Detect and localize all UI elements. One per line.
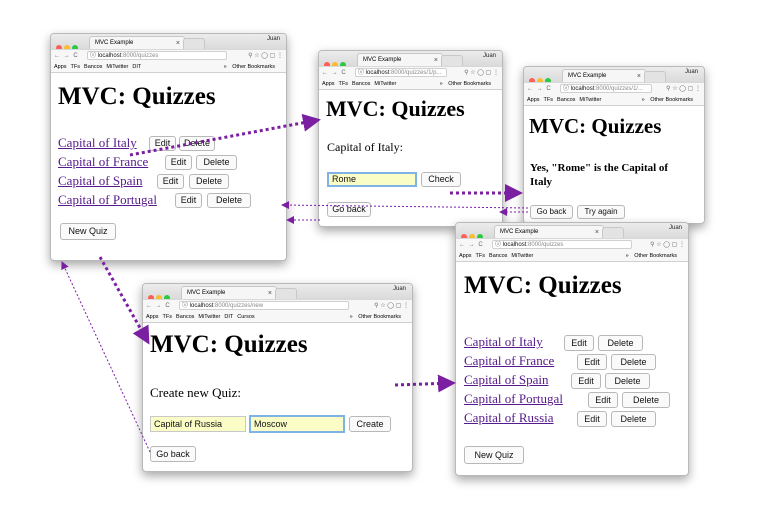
arrow-go-back-from-result: [281, 201, 529, 210]
arrow-new-quiz: [98, 256, 150, 345]
arrow-play-quiz: [129, 113, 321, 157]
arrow-create-quiz: [394, 374, 456, 393]
arrow-go-back-from-new: [61, 261, 151, 453]
flow-arrows: [61, 113, 529, 453]
